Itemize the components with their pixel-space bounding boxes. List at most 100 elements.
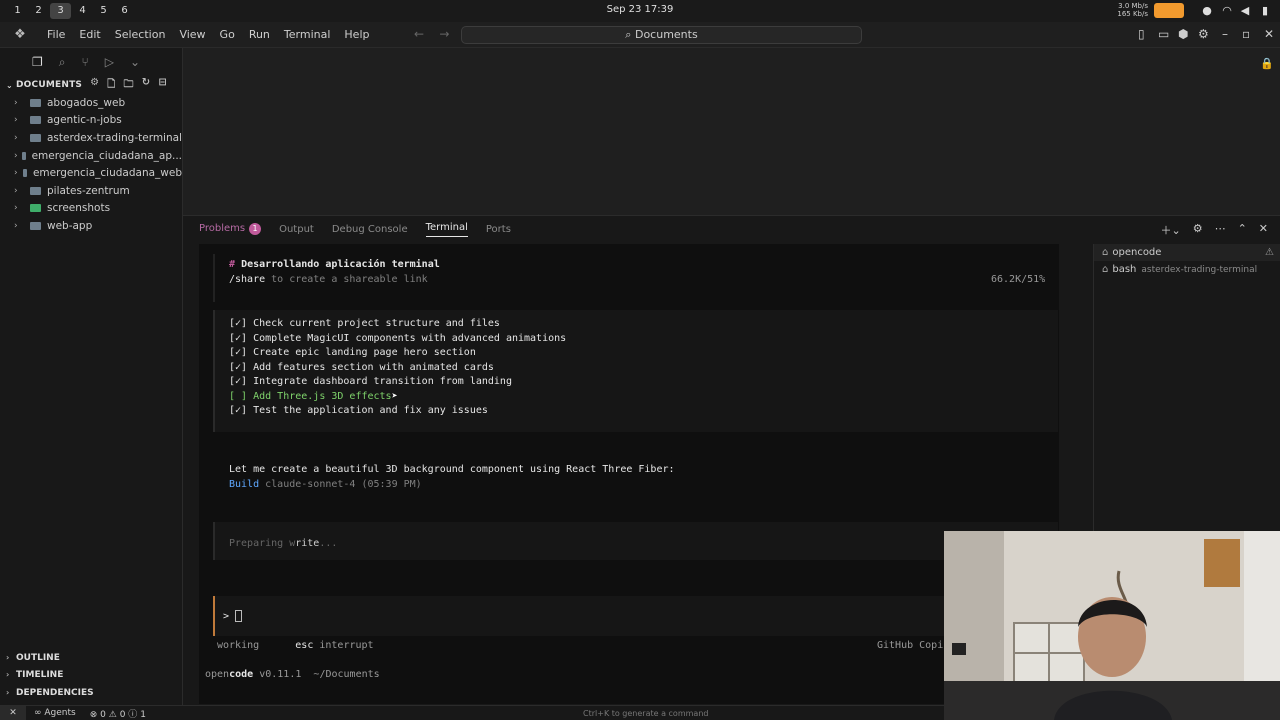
workspace-4[interactable]: 4 <box>72 3 93 19</box>
refresh-icon[interactable]: ↻ <box>142 77 151 94</box>
more-views-icon[interactable]: ⌄ <box>130 55 140 69</box>
dependencies-section[interactable]: › DEPENDENCIES <box>0 684 183 701</box>
info-icon: ⓘ <box>128 709 138 720</box>
tab-problems-label: Problems <box>199 223 246 234</box>
new-file-icon[interactable]: 🗋 <box>107 77 115 94</box>
folder-item[interactable]: › emergencia_ciudadana_ap... <box>0 147 182 165</box>
toggle-panel-icon[interactable]: ▭ <box>1158 27 1169 41</box>
workspace-6[interactable]: 6 <box>114 3 135 19</box>
menu-terminal[interactable]: Terminal <box>277 28 338 41</box>
back-arrow-icon[interactable]: ← <box>414 27 424 41</box>
folder-item[interactable]: › asterdex-trading-terminal <box>0 129 182 147</box>
new-folder-icon[interactable]: 🗀 <box>124 77 134 94</box>
close-panel-icon[interactable]: ✕ <box>1259 222 1268 238</box>
source-control-icon[interactable]: ⑂ <box>82 55 89 69</box>
search-view-icon[interactable]: ⌕ <box>59 55 66 70</box>
folder-item[interactable]: › screenshots <box>0 200 182 218</box>
battery-icon[interactable]: ▮ <box>1258 4 1272 18</box>
workspace-2[interactable]: 2 <box>28 3 49 19</box>
explorer-files-icon[interactable]: ❐ <box>32 55 43 69</box>
remote-indicator-icon[interactable]: ✕ <box>0 705 26 720</box>
folder-label: screenshots <box>47 202 111 215</box>
forward-arrow-icon[interactable]: → <box>439 27 449 41</box>
terminal-name: bash <box>1112 264 1137 275</box>
preparing-block <box>213 522 1058 560</box>
workspace-1[interactable]: 1 <box>7 3 28 19</box>
terminal-list-item-bash[interactable]: ⌂ bash asterdex-trading-terminal <box>1094 261 1280 278</box>
todo-text: Create epic landing page hero section <box>253 347 476 358</box>
tab-terminal[interactable]: Terminal <box>425 222 468 237</box>
tab-problems[interactable]: Problems 1 <box>199 223 262 235</box>
folder-item[interactable]: › agentic-n-jobs <box>0 112 182 130</box>
prompt-input-block[interactable] <box>213 596 1058 636</box>
timeline-section[interactable]: › TIMELINE <box>0 666 183 683</box>
problems-status[interactable]: ⊗ 0 ⚠ 0 ⓘ 1 <box>90 707 146 720</box>
menu-run[interactable]: Run <box>242 28 277 41</box>
explorer-header[interactable]: ⌄ DOCUMENTS ⚙ 🗋 🗀 ↻ ⊟ <box>0 76 182 94</box>
todo-item: [✓] Test the application and fix any iss… <box>229 405 488 416</box>
toggle-sidebar-icon[interactable]: ▯ <box>1138 27 1145 41</box>
clock[interactable]: Sep 23 17:39 <box>0 4 1280 15</box>
folder-icon <box>22 169 27 178</box>
terminal-list-item-opencode[interactable]: ⌂ opencode ⚠ <box>1094 244 1280 261</box>
network-speed: 3.0 Mb/s 165 Kb/s <box>1108 2 1148 18</box>
todo-item: [✓] Integrate dashboard transition from … <box>229 376 512 387</box>
chevron-right-icon: › <box>14 185 18 196</box>
folder-label: emergencia_ciudadana_web <box>32 167 182 180</box>
new-terminal-icon[interactable]: ＋⌄ <box>1160 222 1180 238</box>
gear-icon[interactable]: ⚙ <box>90 77 99 94</box>
tab-output[interactable]: Output <box>279 224 314 235</box>
tab-debug-console[interactable]: Debug Console <box>332 224 408 235</box>
lock-icon[interactable]: 🔒 <box>1260 57 1274 70</box>
copilot-label: GitHub Copi <box>877 640 944 651</box>
run-debug-icon[interactable]: ▷ <box>105 55 114 69</box>
system-top-bar: 1 2 3 4 5 6 Sep 23 17:39 3.0 Mb/s 165 Kb… <box>0 0 1280 22</box>
app-name-b: code <box>229 669 254 680</box>
dependencies-title: DEPENDENCIES <box>16 687 94 698</box>
folder-item[interactable]: › web-app <box>0 217 182 235</box>
preparing-text-dim: Preparing w <box>229 538 296 549</box>
todo-text: Complete MagicUI components with advance… <box>253 332 567 344</box>
menu-view[interactable]: View <box>172 28 212 41</box>
collapse-all-icon[interactable]: ⊟ <box>158 77 167 94</box>
editor-area[interactable]: 🔒 <box>183 48 1280 215</box>
mouse-cursor-icon: ➤ <box>391 390 398 402</box>
share-command: /share <box>229 274 266 285</box>
maximize-icon[interactable]: ▫ <box>1242 27 1250 41</box>
terminal-settings-icon[interactable]: ⚙ <box>1193 222 1203 238</box>
info-count: 1 <box>140 709 146 720</box>
volume-icon[interactable]: ◀ <box>1238 4 1252 18</box>
folder-item[interactable]: › pilates-zentrum <box>0 182 182 200</box>
menu-edit[interactable]: Edit <box>72 28 107 41</box>
menu-go[interactable]: Go <box>213 28 242 41</box>
terminal-viewport[interactable]: # Desarrollando aplicación terminal /sha… <box>199 244 1059 704</box>
outline-section[interactable]: › OUTLINE <box>0 649 183 666</box>
prompt-line[interactable]: > <box>223 610 243 622</box>
chevron-right-icon: › <box>6 688 10 697</box>
agents-item[interactable]: ∞ Agents <box>34 708 76 718</box>
nav-arrows: ← → <box>414 27 449 41</box>
command-center-search[interactable]: ⌕ Documents <box>461 26 862 44</box>
maximize-panel-icon[interactable]: ⌃ <box>1238 222 1247 238</box>
screen-record-indicator[interactable] <box>1154 3 1184 18</box>
mic-icon[interactable]: ● <box>1200 4 1214 18</box>
more-actions-icon[interactable]: ⋯ <box>1215 222 1226 238</box>
folder-item[interactable]: › abogados_web <box>0 94 182 112</box>
wifi-icon[interactable]: ◠ <box>1220 4 1234 18</box>
session-heading: # Desarrollando aplicación terminal <box>229 259 440 270</box>
minimize-icon[interactable]: – <box>1222 27 1228 41</box>
tab-ports[interactable]: Ports <box>486 224 511 235</box>
terminal-list: ⌂ opencode ⚠ ⌂ bash asterdex-trading-ter… <box>1093 244 1280 534</box>
workspace-5[interactable]: 5 <box>93 3 114 19</box>
settings-gear-icon[interactable]: ⚙ <box>1198 27 1209 41</box>
todo-mark: [✓] <box>229 361 248 373</box>
close-window-icon[interactable]: ✕ <box>1264 27 1274 41</box>
menu-file[interactable]: File <box>40 28 72 41</box>
todo-item-pending: [ ] Add Three.js 3D effects➤ <box>229 391 398 402</box>
menu-help[interactable]: Help <box>337 28 376 41</box>
menu-selection[interactable]: Selection <box>108 28 173 41</box>
todo-mark: [ ] <box>229 390 248 402</box>
extensions-icon[interactable]: ⬢ <box>1178 27 1188 41</box>
folder-item[interactable]: › emergencia_ciudadana_web <box>0 164 182 182</box>
workspace-3[interactable]: 3 <box>50 3 71 19</box>
